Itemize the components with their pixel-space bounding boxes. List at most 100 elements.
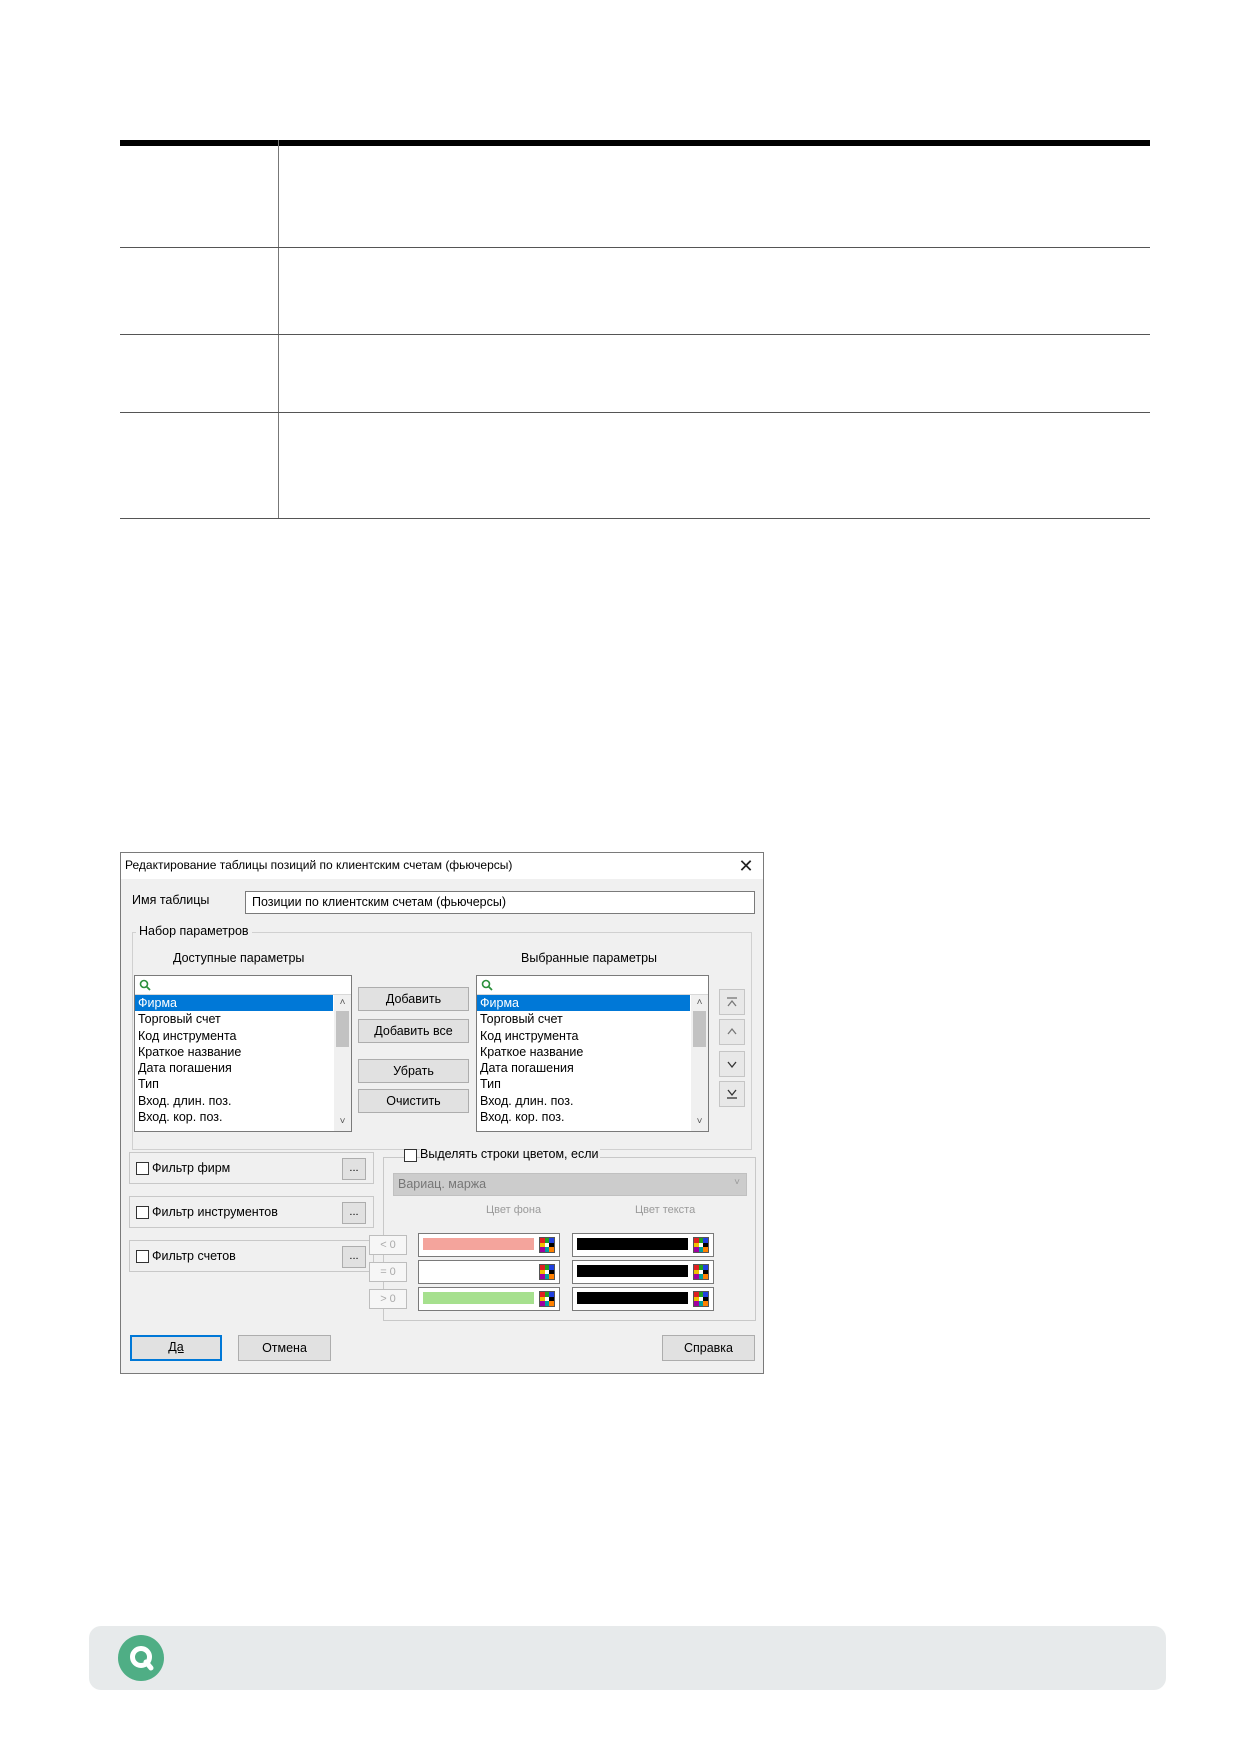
scroll-up-icon[interactable]: ˄ [334,996,351,1010]
selected-items: Фирма Торговый счет Код инструмента Краткое… [477,995,708,1125]
table-bottom-rule [120,518,1150,519]
color-picker-icon[interactable] [693,1291,709,1307]
comparison-label: < 0 [369,1235,407,1255]
text-color-box[interactable] [572,1260,714,1284]
brand-logo-icon [118,1635,164,1681]
available-scrollbar[interactable]: ˄ ˅ [334,995,351,1131]
account-filter-panel: Фильтр счетов ... [129,1240,374,1272]
list-item[interactable]: Код инструмента [135,1028,333,1044]
text-color-box[interactable] [572,1233,714,1257]
cancel-button[interactable]: Отмена [238,1335,331,1361]
add-all-button[interactable]: Добавить все [358,1019,469,1043]
color-swatch [577,1265,688,1277]
selected-search-row[interactable] [477,976,708,995]
list-item[interactable]: Вход. кор. поз. [135,1109,333,1125]
color-picker-icon[interactable] [539,1264,555,1280]
available-items: Фирма Торговый счет Код инструмента Краткое… [135,995,351,1125]
color-swatch [577,1292,688,1304]
clear-button[interactable]: Очистить [358,1089,469,1113]
bg-color-caption: Цвет фона [486,1204,542,1216]
bg-color-box[interactable] [418,1287,560,1311]
ok-button-label: Да [168,1340,184,1354]
list-item[interactable]: Тип [477,1076,690,1092]
text-color-box[interactable] [572,1287,714,1311]
table-row-divider [120,334,1150,335]
highlight-field-value: Вариац. маржа [398,1177,487,1191]
color-picker-icon[interactable] [539,1291,555,1307]
search-icon [481,979,493,991]
color-picker-icon[interactable] [693,1264,709,1280]
chevron-down-icon: ˅ [734,1177,740,1188]
firm-filter-button[interactable]: ... [342,1158,366,1180]
edit-table-dialog: Редактирование таблицы позиций по клиент… [120,852,764,1374]
add-button[interactable]: Добавить [358,987,469,1011]
comparison-label: = 0 [369,1262,407,1282]
list-item[interactable]: Торговый счет [135,1011,333,1027]
move-bottom-icon[interactable] [719,1081,745,1107]
table-row-divider [120,247,1150,248]
dialog-title: Редактирование таблицы позиций по клиент… [125,858,513,872]
list-item[interactable]: Код инструмента [477,1028,690,1044]
help-button[interactable]: Справка [662,1335,755,1361]
color-swatch [423,1292,534,1304]
list-item[interactable]: Вход. длин. поз. [477,1093,690,1109]
highlight-field-select[interactable]: Вариац. маржа ˅ [393,1173,747,1196]
list-item[interactable]: Вход. длин. поз. [135,1093,333,1109]
list-item[interactable]: Вход. кор. поз. [477,1109,690,1125]
close-icon[interactable]: ✕ [733,853,759,879]
dialog-titlebar: Редактирование таблицы позиций по клиент… [121,853,763,879]
selected-params-list[interactable]: Фирма Торговый счет Код инструмента Краткое… [476,975,709,1132]
text-color-caption: Цвет текста [635,1204,696,1216]
bg-color-box[interactable] [418,1233,560,1257]
account-filter-checkbox[interactable] [136,1250,149,1263]
highlight-checkbox[interactable] [404,1149,417,1162]
instrument-filter-checkbox[interactable] [136,1206,149,1219]
list-item[interactable]: Фирма [477,995,690,1012]
table-row-divider [120,412,1150,413]
list-item[interactable]: Фирма [135,995,333,1012]
color-swatch [423,1265,534,1277]
comparison-label: > 0 [369,1289,407,1309]
firm-filter-panel: Фильтр фирм ... [129,1152,374,1184]
scroll-thumb[interactable] [336,1011,349,1047]
available-params-list[interactable]: Фирма Торговый счет Код инструмента Краткое… [134,975,352,1132]
selected-params-label: Выбранные параметры [521,951,658,965]
list-item[interactable]: Краткое название [135,1044,333,1060]
help-button-label: Справка [683,1341,734,1355]
scroll-down-icon[interactable]: ˅ [334,1115,351,1129]
table-column-divider [278,140,279,519]
color-swatch [577,1238,688,1250]
available-params-label: Доступные параметры [173,951,305,965]
color-swatch [423,1238,534,1250]
remove-button[interactable]: Убрать [358,1059,469,1083]
cancel-button-label: Отмена [262,1341,307,1355]
table-name-input[interactable]: Позиции по клиентским счетам (фьючерсы) [245,891,755,914]
scroll-up-icon[interactable]: ˄ [691,996,708,1010]
list-item[interactable]: Дата погашения [477,1060,690,1076]
color-picker-icon[interactable] [693,1237,709,1253]
scroll-thumb[interactable] [693,1011,706,1047]
bg-color-box[interactable] [418,1260,560,1284]
selected-scrollbar[interactable]: ˄ ˅ [691,995,708,1131]
table-top-rule [120,140,1150,146]
move-up-icon[interactable] [719,1019,745,1045]
account-filter-label: Фильтр счетов [152,1249,236,1263]
move-top-icon[interactable] [719,989,745,1015]
available-search-row[interactable] [135,976,351,995]
firm-filter-checkbox[interactable] [136,1162,149,1175]
list-item[interactable]: Дата погашения [135,1060,333,1076]
table-name-label: Имя таблицы [132,893,210,907]
instrument-filter-button[interactable]: ... [342,1202,366,1224]
list-item[interactable]: Торговый счет [477,1011,690,1027]
ok-button[interactable]: Да [130,1335,222,1361]
instrument-filter-panel: Фильтр инструментов ... [129,1196,374,1228]
account-filter-button[interactable]: ... [342,1246,366,1268]
highlight-checkbox-label: Выделять строки цветом, если [420,1147,601,1161]
page-footer [89,1626,1166,1690]
list-item[interactable]: Краткое название [477,1044,690,1060]
scroll-down-icon[interactable]: ˅ [691,1115,708,1129]
move-down-icon[interactable] [719,1051,745,1077]
color-picker-icon[interactable] [539,1237,555,1253]
instrument-filter-label: Фильтр инструментов [152,1205,278,1219]
list-item[interactable]: Тип [135,1076,333,1092]
